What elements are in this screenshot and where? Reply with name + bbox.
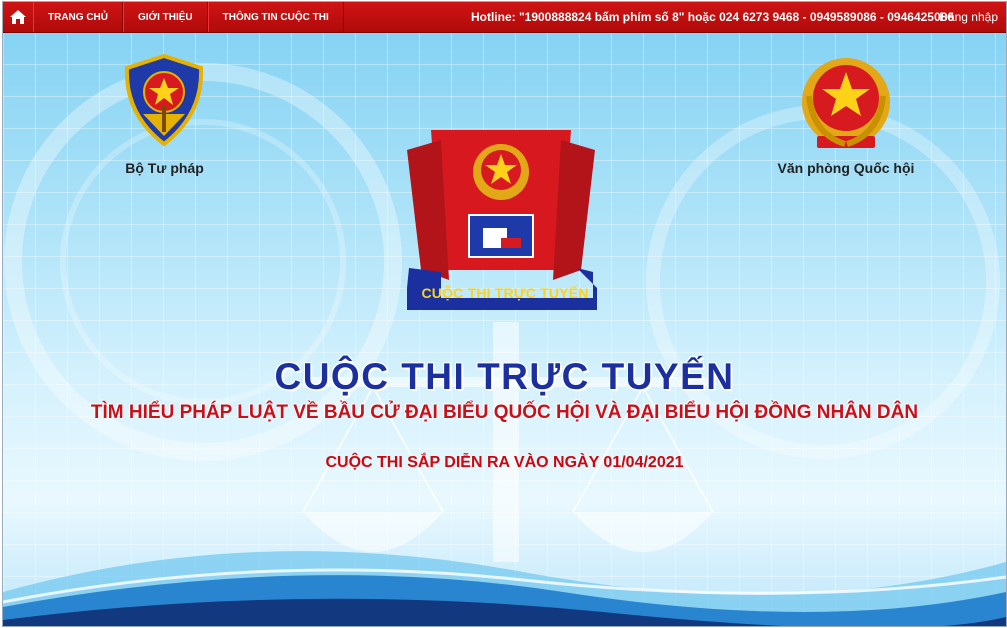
- page-title: CUỘC THI TRỰC TUYẾN: [274, 356, 735, 397]
- ministry-of-justice-logo: [124, 54, 204, 146]
- contest-emblem-banner: CUỘC THI TRỰC TUYẾN: [421, 285, 589, 301]
- nav-item-contest-info[interactable]: THÔNG TIN CUỘC THI: [207, 2, 344, 32]
- nav-item-home[interactable]: TRANG CHỦ: [33, 2, 123, 32]
- ministry-of-justice-label: Bộ Tư pháp: [125, 160, 204, 176]
- national-emblem-logo: [802, 58, 890, 148]
- hotline-text: Hotline: "1900888824 bấm phím số 8" hoặc…: [470, 10, 954, 24]
- top-navbar: TRANG CHỦ GIỚI THIỆU THÔNG TIN CUỘC THI …: [3, 2, 1006, 33]
- login-link[interactable]: Đăng nhập: [939, 2, 998, 32]
- nav-item-about[interactable]: GIỚI THIỆU: [123, 2, 208, 32]
- home-button[interactable]: [3, 2, 33, 32]
- page: TRANG CHỦ GIỚI THIỆU THÔNG TIN CUỘC THI …: [2, 1, 1007, 627]
- home-icon: [10, 10, 26, 24]
- page-subtitle: TÌM HIỂU PHÁP LUẬT VỀ BẦU CỬ ĐẠI BIỂU QU…: [90, 402, 919, 423]
- national-assembly-office-label: Văn phòng Quốc hội: [777, 160, 915, 176]
- contest-date-notice: CUỘC THI SẮP DIỄN RA VÀO NGÀY 01/04/2021: [325, 454, 684, 471]
